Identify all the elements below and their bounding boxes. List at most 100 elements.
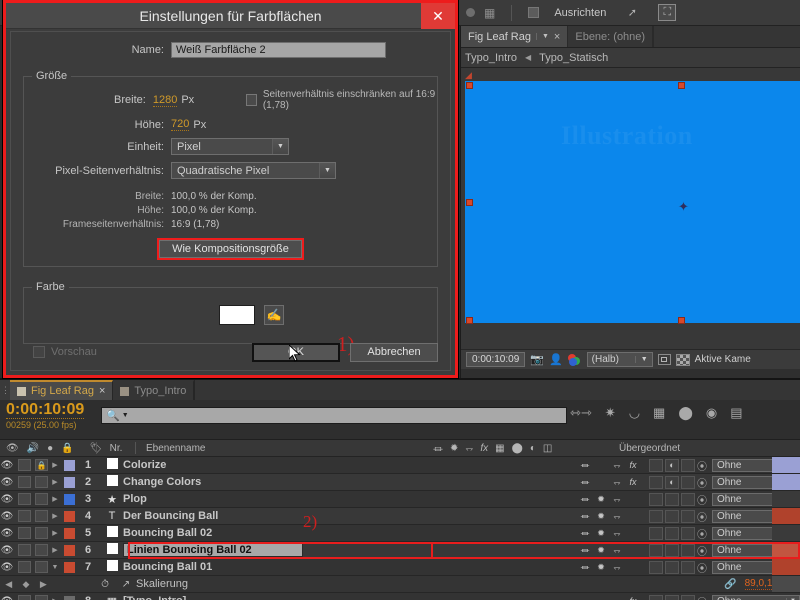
shy-switch[interactable]: ⏛ [578, 595, 592, 600]
audio-toggle[interactable] [18, 476, 31, 488]
quality-switch[interactable]: ⥐ [610, 595, 624, 600]
layer-duration-bar[interactable] [772, 559, 800, 575]
collapse-switch[interactable]: ✹ [594, 544, 608, 557]
frame-blend-switch[interactable] [649, 458, 663, 472]
pixel-aspect-select[interactable]: Quadratische Pixel ▼ [171, 162, 336, 179]
shy-layers-icon[interactable]: ⬤ [678, 406, 693, 419]
expand-triangle-icon[interactable]: ▶ [48, 546, 62, 554]
solid-artboard[interactable]: Illustration [465, 81, 800, 323]
pickwhip-icon[interactable]: ⦿ [697, 509, 707, 524]
preview-row[interactable]: Vorschau [33, 346, 97, 358]
eye-icon[interactable]: 👁 [0, 596, 14, 600]
draft-3d-icon[interactable]: ✷ [605, 406, 616, 419]
layer-duration-bar[interactable] [772, 474, 800, 490]
property-track[interactable] [772, 576, 800, 592]
pickwhip-icon[interactable]: ⦿ [697, 560, 707, 575]
show-snapshot-icon[interactable]: 👤 [549, 353, 563, 366]
effects-switch[interactable] [626, 527, 640, 540]
motion-blur-switch[interactable] [665, 543, 679, 557]
expand-triangle-icon[interactable]: ▶ [48, 495, 62, 503]
shy-switch[interactable]: ⏛ [578, 510, 592, 523]
lock-toggle[interactable] [35, 493, 48, 505]
selection-handle-ml[interactable] [466, 199, 473, 206]
layer-name[interactable]: Change Colors [123, 476, 578, 488]
eye-icon[interactable]: 👁 [0, 511, 14, 522]
chevron-down-icon[interactable]: ▼ [535, 33, 549, 40]
collapse-switch[interactable]: ✹ [594, 493, 608, 506]
shy-switch[interactable]: ⏛ [578, 459, 592, 472]
layer-duration-bar[interactable] [772, 491, 800, 507]
quality-switch[interactable]: ⥐ [610, 561, 624, 574]
selection-handle-tc[interactable] [678, 82, 685, 89]
chevron-down-icon[interactable]: ▼ [122, 412, 129, 419]
eyedropper-icon[interactable]: ✍ [264, 305, 284, 325]
3d-layer-switch[interactable] [681, 509, 695, 523]
motion-blur-switch[interactable]: ◐ [665, 475, 679, 489]
3d-layer-switch[interactable] [681, 526, 695, 540]
snapshot-camera-icon[interactable]: 📷 [530, 353, 544, 366]
label-color-swatch[interactable] [64, 510, 75, 522]
anchor-point-icon[interactable]: ✦ [677, 200, 690, 213]
collapse-switch[interactable] [594, 459, 608, 472]
lock-aspect-row[interactable]: Seitenverhältnis einschränken auf 16:9 (… [246, 89, 437, 111]
preview-checkbox[interactable] [33, 346, 45, 358]
table-row[interactable]: 👁▶8▦[Typo_Intro]⏛⥐fx⦿Ohne▼ [0, 593, 800, 600]
record-dot-icon[interactable] [466, 8, 475, 17]
eye-icon[interactable]: 👁 [0, 460, 14, 471]
stopwatch-icon[interactable]: ⏱ [94, 579, 116, 590]
lock-aspect-checkbox[interactable] [246, 94, 257, 106]
quality-switch[interactable]: ⥐ [610, 544, 624, 557]
frame-blending-icon[interactable]: ▦ [653, 406, 665, 419]
label-color-swatch[interactable] [64, 493, 75, 505]
shy-switch[interactable]: ⏛ [578, 544, 592, 557]
shy-switch[interactable]: ⏛ [578, 561, 592, 574]
collapse-switch[interactable] [594, 476, 608, 489]
mask-icon[interactable]: ▦ [484, 7, 495, 19]
selection-handle-bl[interactable] [466, 317, 473, 324]
close-icon[interactable]: × [554, 31, 560, 43]
3d-layer-switch[interactable] [681, 492, 695, 506]
layer-name[interactable]: [Typo_Intro] [123, 595, 578, 600]
motion-blur-switch[interactable] [665, 526, 679, 540]
3d-layer-switch[interactable] [681, 560, 695, 574]
table-row[interactable]: 👁▶2Change Colors⏛⥐fx◐⦿Ohne▼ [0, 474, 800, 491]
expand-triangle-icon[interactable]: ▼ [48, 564, 62, 571]
eye-icon[interactable]: 👁 [0, 545, 14, 556]
eye-icon[interactable]: 👁 [0, 562, 14, 573]
unit-select[interactable]: Pixel ▼ [171, 138, 289, 155]
quality-switch[interactable]: ⥐ [610, 476, 624, 489]
property-row[interactable]: ◀◆▶⏱↗Skalierung🔗89,0,112,4% [0, 576, 800, 593]
height-value[interactable]: 720 [171, 118, 190, 131]
motion-blur-switch[interactable] [665, 594, 679, 600]
expand-triangle-icon[interactable]: ▶ [48, 512, 62, 520]
width-value[interactable]: 1280 [152, 94, 178, 107]
cancel-button[interactable]: Abbrechen [350, 342, 438, 362]
snapping-icon[interactable]: ➚ [623, 4, 641, 21]
frame-blend-switch[interactable] [649, 543, 663, 557]
keyframe-navigator[interactable]: ◀ ◆ ▶ [0, 579, 52, 590]
lock-icon[interactable]: 🔒 [35, 459, 48, 471]
expand-triangle-icon[interactable]: ▶ [48, 461, 62, 469]
tab-layer-none[interactable]: Ebene: (ohne) [568, 26, 654, 47]
3d-layer-switch[interactable] [681, 594, 695, 600]
lock-toggle[interactable] [35, 544, 48, 556]
effects-switch[interactable]: fx [626, 476, 640, 489]
audio-toggle[interactable] [18, 595, 31, 600]
column-header-parent[interactable]: Übergeordnet [595, 443, 800, 454]
layer-name[interactable]: Bouncing Ball 01 [123, 561, 578, 573]
motion-blur-icon[interactable]: ◡ [629, 406, 640, 419]
search-input[interactable]: 🔍 ▼ [101, 407, 567, 424]
pickwhip-icon[interactable]: ⦿ [697, 492, 707, 507]
shy-switch[interactable]: ⏛ [578, 493, 592, 506]
resolution-select[interactable]: (Halb) ▼ [586, 352, 653, 367]
effects-switch[interactable]: fx [626, 459, 640, 472]
current-timecode[interactable]: 0:00:10:09 [466, 352, 526, 367]
layer-duration-bar[interactable] [772, 508, 800, 524]
expand-triangle-icon[interactable]: ▶ [48, 529, 62, 537]
audio-toggle[interactable] [18, 459, 31, 471]
selection-handle-bc[interactable] [678, 317, 685, 324]
label-color-swatch[interactable] [64, 476, 75, 488]
layer-name[interactable]: Plop [123, 493, 578, 505]
table-row[interactable]: 👁▶6Linien Bouncing Ball 02⏛✹⥐⦿Ohne▼ [0, 542, 800, 559]
column-header-number[interactable]: Nr. [97, 443, 135, 454]
